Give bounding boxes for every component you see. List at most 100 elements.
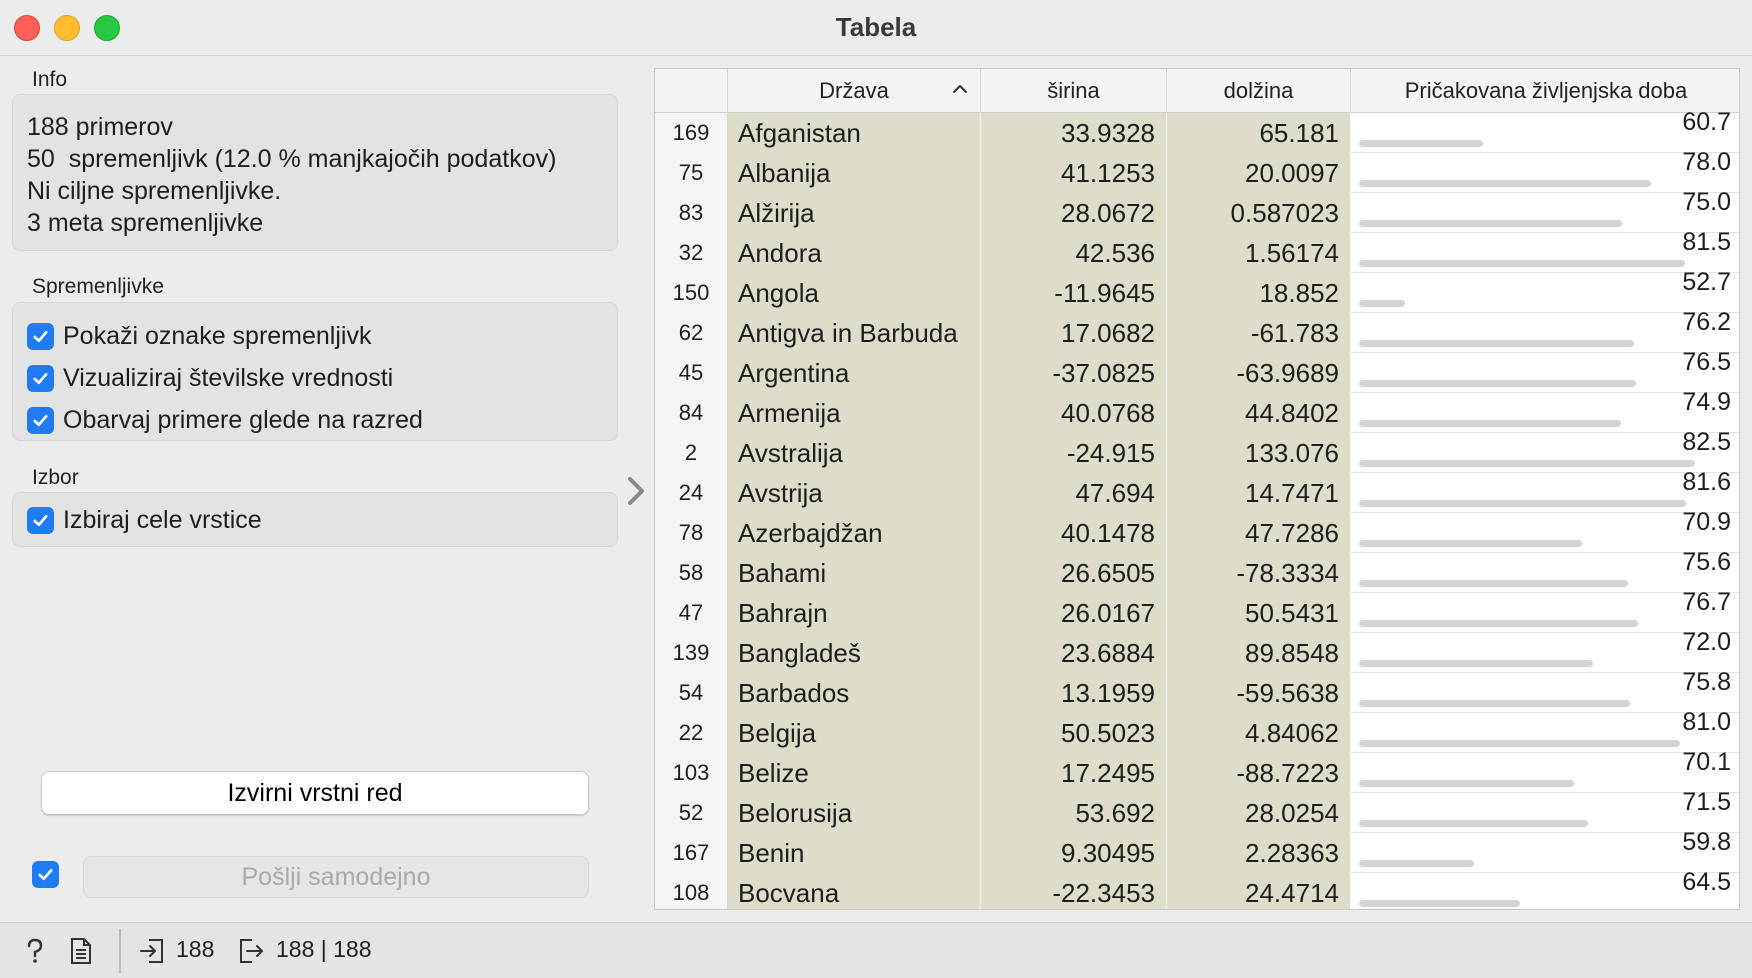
table-row[interactable]: 169 Afganistan 33.9328 65.181 60.7 — [655, 108, 1739, 153]
longitude-cell[interactable]: 133.076 — [1167, 433, 1351, 473]
longitude-cell[interactable]: 20.0097 — [1167, 153, 1351, 193]
country-cell[interactable]: Armenija — [728, 393, 981, 433]
row-index-cell[interactable]: 139 — [655, 633, 728, 673]
column-header-latitude[interactable]: širina — [981, 69, 1167, 113]
country-cell[interactable]: Belgija — [728, 713, 981, 753]
country-cell[interactable]: Albanija — [728, 153, 981, 193]
longitude-cell[interactable]: 4.84062 — [1167, 713, 1351, 753]
country-cell[interactable]: Avstrija — [728, 473, 981, 513]
longitude-cell[interactable]: 65.181 — [1167, 113, 1351, 153]
country-cell[interactable]: Angola — [728, 273, 981, 313]
row-index-cell[interactable]: 108 — [655, 873, 728, 909]
row-index-cell[interactable]: 52 — [655, 793, 728, 833]
row-index-cell[interactable]: 83 — [655, 193, 728, 233]
row-index-cell[interactable]: 167 — [655, 833, 728, 873]
table-row[interactable]: 45 Argentina -37.0825 -63.9689 76.5 — [655, 348, 1739, 393]
country-cell[interactable]: Barbados — [728, 673, 981, 713]
row-index-cell[interactable]: 45 — [655, 353, 728, 393]
table-row[interactable]: 22 Belgija 50.5023 4.84062 81.0 — [655, 708, 1739, 753]
show-variable-labels-option[interactable]: Pokaži oznake spremenljivk — [27, 315, 603, 357]
country-cell[interactable]: Bangladeš — [728, 633, 981, 673]
country-cell[interactable]: Argentina — [728, 353, 981, 393]
longitude-cell[interactable]: 14.7471 — [1167, 473, 1351, 513]
latitude-cell[interactable]: 33.9328 — [981, 113, 1167, 153]
table-row[interactable]: 83 Alžirija 28.0672 0.587023 75.0 — [655, 188, 1739, 233]
select-full-rows-checkbox[interactable] — [27, 506, 54, 534]
show-variable-labels-checkbox[interactable] — [27, 322, 54, 350]
help-icon[interactable] — [22, 937, 48, 965]
table-row[interactable]: 84 Armenija 40.0768 44.8402 74.9 — [655, 388, 1739, 433]
longitude-cell[interactable]: -61.783 — [1167, 313, 1351, 353]
table-row[interactable]: 108 Bocvana -22.3453 24.4714 64.5 — [655, 868, 1739, 909]
column-header-country[interactable]: Država — [728, 69, 981, 113]
latitude-cell[interactable]: -22.3453 — [981, 873, 1167, 909]
row-index-cell[interactable]: 150 — [655, 273, 728, 313]
longitude-cell[interactable]: 1.56174 — [1167, 233, 1351, 273]
table-row[interactable]: 75 Albanija 41.1253 20.0097 78.0 — [655, 148, 1739, 193]
color-by-class-option[interactable]: Obarvaj primere glede na razred — [27, 399, 603, 441]
table-row[interactable]: 103 Belize 17.2495 -88.7223 70.1 — [655, 748, 1739, 793]
latitude-cell[interactable]: 40.1478 — [981, 513, 1167, 553]
row-index-cell[interactable]: 84 — [655, 393, 728, 433]
longitude-cell[interactable]: -63.9689 — [1167, 353, 1351, 393]
latitude-cell[interactable]: 26.6505 — [981, 553, 1167, 593]
row-index-cell[interactable]: 58 — [655, 553, 728, 593]
country-cell[interactable]: Belize — [728, 753, 981, 793]
country-cell[interactable]: Azerbajdžan — [728, 513, 981, 553]
country-cell[interactable]: Bahami — [728, 553, 981, 593]
column-header-longitude[interactable]: dolžina — [1167, 69, 1351, 113]
country-cell[interactable]: Bocvana — [728, 873, 981, 909]
longitude-cell[interactable]: -88.7223 — [1167, 753, 1351, 793]
table-row[interactable]: 139 Bangladeš 23.6884 89.8548 72.0 — [655, 628, 1739, 673]
latitude-cell[interactable]: 50.5023 — [981, 713, 1167, 753]
longitude-cell[interactable]: 50.5431 — [1167, 593, 1351, 633]
visualize-numeric-option[interactable]: Vizualiziraj številske vrednosti — [27, 357, 603, 399]
select-full-rows-option[interactable]: Izbiraj cele vrstice — [27, 505, 603, 535]
latitude-cell[interactable]: 13.1959 — [981, 673, 1167, 713]
longitude-cell[interactable]: -78.3334 — [1167, 553, 1351, 593]
longitude-cell[interactable]: 0.587023 — [1167, 193, 1351, 233]
send-button[interactable]: Pošlji samodejno — [83, 856, 589, 898]
data-table[interactable]: Država širina dolžina Pričakovana življe… — [654, 68, 1740, 910]
country-cell[interactable]: Afganistan — [728, 113, 981, 153]
latitude-cell[interactable]: 42.536 — [981, 233, 1167, 273]
country-cell[interactable]: Bahrajn — [728, 593, 981, 633]
row-index-cell[interactable]: 22 — [655, 713, 728, 753]
latitude-cell[interactable]: 53.692 — [981, 793, 1167, 833]
country-cell[interactable]: Avstralija — [728, 433, 981, 473]
longitude-cell[interactable]: 44.8402 — [1167, 393, 1351, 433]
table-row[interactable]: 62 Antigva in Barbuda 17.0682 -61.783 76.2 — [655, 308, 1739, 353]
country-cell[interactable]: Andora — [728, 233, 981, 273]
longitude-cell[interactable]: -59.5638 — [1167, 673, 1351, 713]
life-expectancy-cell[interactable]: 64.5 — [1351, 868, 1739, 909]
latitude-cell[interactable]: 26.0167 — [981, 593, 1167, 633]
table-row[interactable]: 47 Bahrajn 26.0167 50.5431 76.7 — [655, 588, 1739, 633]
row-index-cell[interactable]: 2 — [655, 433, 728, 473]
row-index-cell[interactable]: 32 — [655, 233, 728, 273]
table-row[interactable]: 54 Barbados 13.1959 -59.5638 75.8 — [655, 668, 1739, 713]
row-index-cell[interactable]: 75 — [655, 153, 728, 193]
column-header-index[interactable] — [655, 69, 728, 113]
longitude-cell[interactable]: 24.4714 — [1167, 873, 1351, 909]
latitude-cell[interactable]: 40.0768 — [981, 393, 1167, 433]
table-row[interactable]: 24 Avstrija 47.694 14.7471 81.6 — [655, 468, 1739, 513]
table-row[interactable]: 78 Azerbajdžan 40.1478 47.7286 70.9 — [655, 508, 1739, 553]
latitude-cell[interactable]: -11.9645 — [981, 273, 1167, 313]
row-index-cell[interactable]: 78 — [655, 513, 728, 553]
latitude-cell[interactable]: 47.694 — [981, 473, 1167, 513]
restore-original-order-button[interactable]: Izvirni vrstni red — [41, 771, 589, 815]
longitude-cell[interactable]: 28.0254 — [1167, 793, 1351, 833]
latitude-cell[interactable]: 28.0672 — [981, 193, 1167, 233]
longitude-cell[interactable]: 47.7286 — [1167, 513, 1351, 553]
longitude-cell[interactable]: 2.28363 — [1167, 833, 1351, 873]
table-row[interactable]: 167 Benin 9.30495 2.28363 59.8 — [655, 828, 1739, 873]
row-index-cell[interactable]: 24 — [655, 473, 728, 513]
table-row[interactable]: 150 Angola -11.9645 18.852 52.7 — [655, 268, 1739, 313]
visualize-numeric-checkbox[interactable] — [27, 364, 54, 392]
longitude-cell[interactable]: 89.8548 — [1167, 633, 1351, 673]
latitude-cell[interactable]: 9.30495 — [981, 833, 1167, 873]
latitude-cell[interactable]: 17.0682 — [981, 313, 1167, 353]
row-index-cell[interactable]: 62 — [655, 313, 728, 353]
latitude-cell[interactable]: -24.915 — [981, 433, 1167, 473]
table-row[interactable]: 32 Andora 42.536 1.56174 81.5 — [655, 228, 1739, 273]
